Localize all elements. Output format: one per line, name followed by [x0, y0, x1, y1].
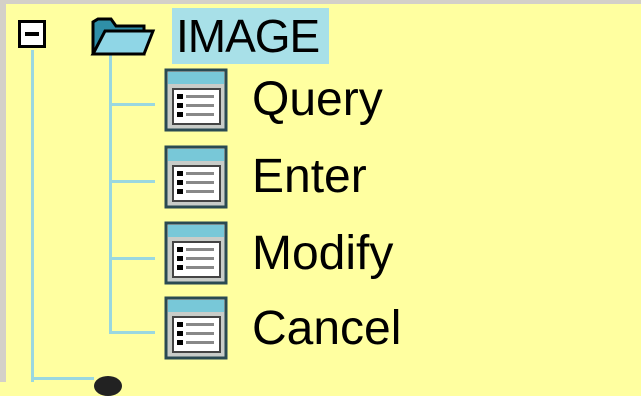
tree-line-child-cancel	[109, 331, 155, 334]
tree-item-cancel[interactable]: Cancel	[252, 299, 401, 359]
collapse-toggle-icon[interactable]	[18, 20, 46, 48]
tree-line-root-vertical	[31, 50, 34, 382]
form-window-icon	[164, 68, 228, 132]
tree-item-enter[interactable]: Enter	[252, 147, 367, 207]
tree-root-label[interactable]: IMAGE	[172, 8, 330, 64]
form-window-icon	[164, 221, 228, 285]
tree-line-next-sibling	[34, 377, 94, 380]
tree-item-modify[interactable]: Modify	[252, 224, 393, 284]
next-node-icon-partial	[94, 376, 122, 396]
tree-line-child-query	[109, 103, 155, 106]
tree-view[interactable]: IMAGE Query Enter Modify Cancel	[6, 4, 641, 396]
open-folder-icon	[90, 12, 156, 63]
tree-item-query[interactable]: Query	[252, 70, 383, 130]
form-window-icon	[164, 145, 228, 209]
tree-line-child-enter	[109, 180, 155, 183]
form-window-icon	[164, 296, 228, 360]
tree-line-children-vertical	[109, 52, 112, 334]
tree-line-child-modify	[109, 257, 155, 260]
